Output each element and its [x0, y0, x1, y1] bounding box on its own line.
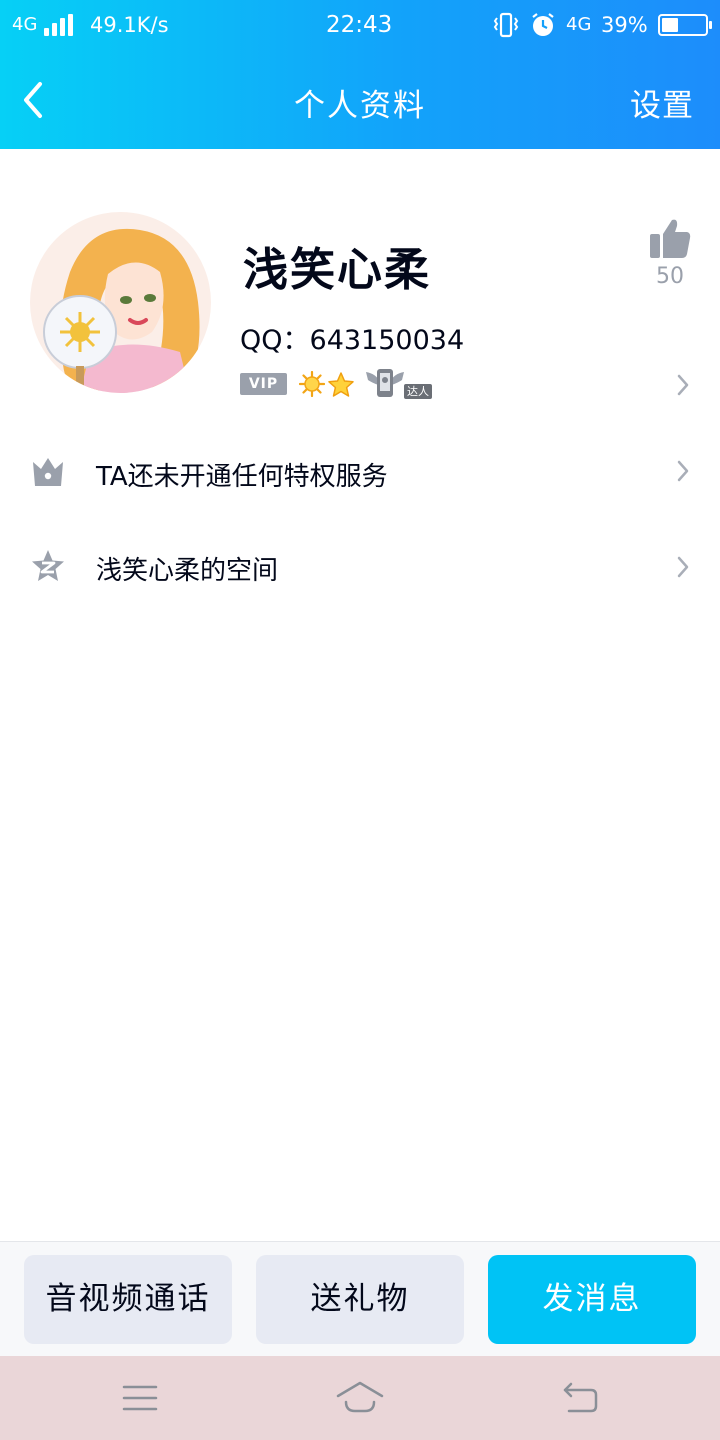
- system-nav-bar: [0, 1356, 720, 1440]
- vip-badge: VIP: [240, 373, 287, 395]
- qzone-star-icon: [32, 550, 64, 581]
- battery-percent: 39%: [601, 13, 648, 37]
- status-bar: 4G 49.1K/s 22:43 4G 39%: [0, 0, 720, 50]
- battery-icon: [658, 14, 712, 36]
- daren-label: 达人: [404, 384, 432, 399]
- qq-label: QQ：: [240, 325, 310, 356]
- menu-icon[interactable]: [122, 1384, 158, 1412]
- avatar-illustration: [30, 212, 211, 393]
- qzone-text: 浅笑心柔的空间: [96, 556, 279, 586]
- settings-button[interactable]: 设置: [630, 80, 694, 125]
- profile-name: 浅笑心柔: [243, 243, 432, 296]
- home-icon[interactable]: [335, 1380, 385, 1414]
- daren-badge: 达人: [364, 366, 438, 402]
- crown-icon: [33, 458, 63, 486]
- clock-time: 22:43: [326, 12, 393, 38]
- privilege-text: TA还未开通任何特权服务: [96, 462, 388, 492]
- send-gift-button[interactable]: 送礼物: [256, 1255, 464, 1344]
- qq-number-line: QQ：643150034: [240, 318, 464, 357]
- network-type-left: 4G: [12, 14, 38, 35]
- back-nav-icon[interactable]: [561, 1382, 599, 1414]
- bottom-action-bar: 音视频通话 送礼物 发消息: [0, 1241, 720, 1356]
- sun-level-icon: [299, 371, 325, 397]
- avatar[interactable]: [30, 212, 211, 393]
- network-type-right: 4G: [566, 14, 592, 35]
- privilege-chevron-right-icon: [677, 460, 689, 482]
- alarm-icon: [532, 13, 554, 36]
- vibrate-icon: [493, 12, 519, 38]
- list-item-qzone[interactable]: 浅笑心柔的空间: [0, 524, 720, 608]
- thumbs-up-icon[interactable]: [648, 216, 692, 260]
- qq-number: 643150034: [309, 325, 465, 356]
- page-title: 个人资料: [294, 88, 426, 124]
- video-call-button[interactable]: 音视频通话: [24, 1255, 232, 1344]
- network-speed: 49.1K/s: [90, 13, 169, 37]
- signal-bars-icon: [44, 14, 74, 36]
- send-message-button[interactable]: 发消息: [488, 1255, 696, 1344]
- qzone-chevron-right-icon: [677, 556, 689, 578]
- like-count: 50: [656, 264, 684, 289]
- top-header: 4G 49.1K/s 22:43 4G 39% 个人资料 设置: [0, 0, 720, 149]
- star-level-icon: [328, 372, 354, 397]
- profile-chevron-right-icon[interactable]: [674, 371, 692, 399]
- list-item-privilege[interactable]: TA还未开通任何特权服务: [0, 430, 720, 514]
- badges-row[interactable]: VIP 达人: [240, 366, 460, 402]
